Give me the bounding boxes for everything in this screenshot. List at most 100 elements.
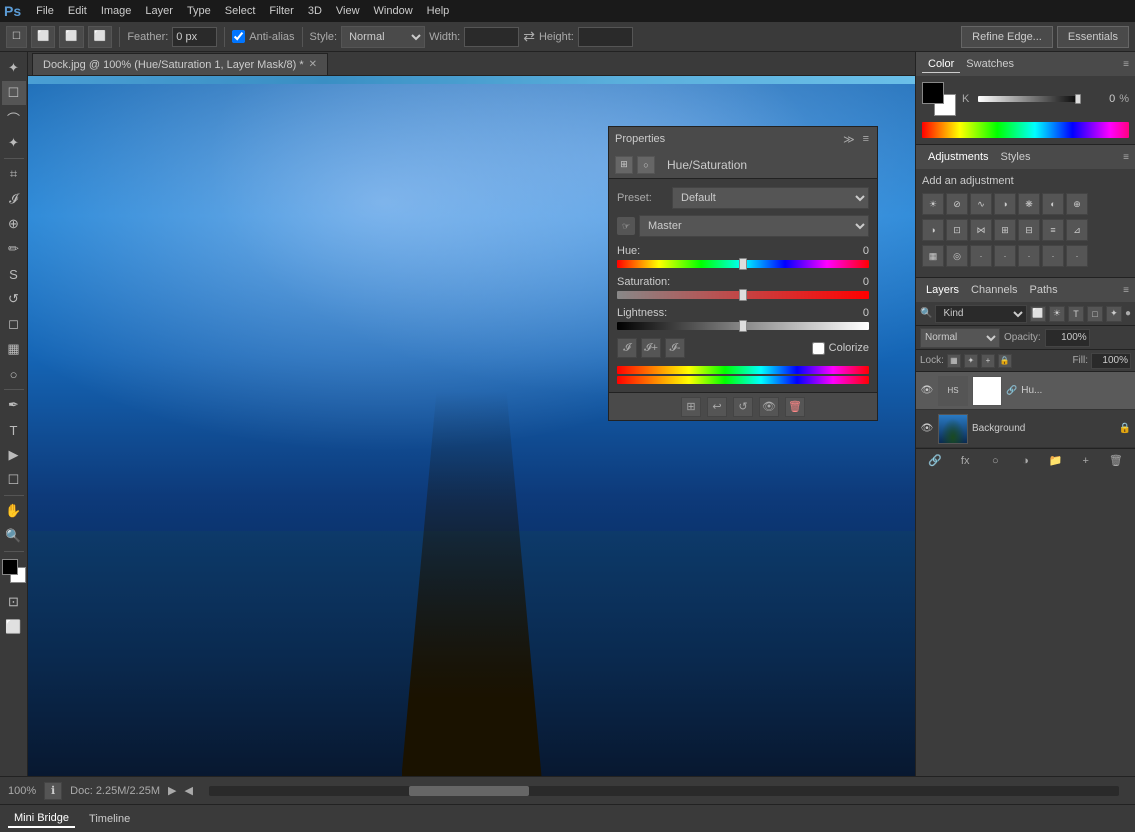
adjustments-tab[interactable]: Adjustments (922, 149, 995, 165)
type-tool[interactable]: T (2, 418, 26, 442)
adjustment-mask-tab[interactable]: ⊞ (615, 156, 633, 174)
marquee-tool[interactable]: ☐ (2, 81, 26, 105)
opacity-input[interactable] (1045, 329, 1090, 347)
layer-link-icon-1[interactable]: 🔗 (1006, 385, 1017, 396)
pen-tool[interactable]: ✒ (2, 393, 26, 417)
rectangle-tool[interactable]: ☐ (2, 468, 26, 492)
healing-tool[interactable]: ⊕ (2, 212, 26, 236)
clone-tool[interactable]: S (2, 262, 26, 286)
adj-empty5-icon[interactable]: · (1066, 245, 1088, 267)
color-panel-menu[interactable]: ≡ (1123, 59, 1129, 70)
saturation-value[interactable]: 0 (863, 276, 869, 288)
adj-colorlookup-icon[interactable]: ⊞ (994, 219, 1016, 241)
new-group-btn[interactable]: 📁 (1047, 452, 1065, 470)
adj-bw-icon[interactable]: ◑ (922, 219, 944, 241)
dodge-tool[interactable]: ○ (2, 362, 26, 386)
document-tab[interactable]: Dock.jpg @ 100% (Hue/Saturation 1, Layer… (32, 53, 328, 75)
adj-invert-icon[interactable]: ⊟ (1018, 219, 1040, 241)
document-close-btn[interactable]: ✕ (309, 59, 317, 70)
layer-filter-type-icon[interactable]: T (1068, 306, 1084, 322)
screen-mode-tool[interactable]: ⬜ (2, 615, 26, 639)
menu-window[interactable]: Window (367, 3, 420, 19)
adj-channelmixer-icon[interactable]: ⋈ (970, 219, 992, 241)
rect-marquee-btn[interactable]: ⬜ (31, 26, 55, 48)
height-input[interactable] (578, 27, 633, 47)
adj-threshold-icon[interactable]: ⊿ (1066, 219, 1088, 241)
mini-bridge-tab[interactable]: Mini Bridge (8, 810, 75, 828)
menu-view[interactable]: View (329, 3, 367, 19)
colorize-checkbox[interactable] (812, 342, 825, 355)
lasso-tool[interactable]: ⌒ (2, 106, 26, 130)
new-adjustment-btn[interactable]: ◑ (1016, 452, 1034, 470)
adj-curves-icon[interactable]: ∿ (970, 193, 992, 215)
properties-expand-btn[interactable]: ≫ (841, 133, 857, 146)
channel-finger-icon[interactable]: ☞ (617, 217, 635, 235)
adj-empty4-icon[interactable]: · (1042, 245, 1064, 267)
adj-levels-icon[interactable]: ⊘ (946, 193, 968, 215)
lock-move-icon[interactable]: ✦ (964, 354, 978, 368)
swap-icon[interactable]: ⇄ (523, 28, 535, 45)
link-layers-btn[interactable]: 🔗 (926, 452, 944, 470)
lightness-slider-thumb[interactable] (739, 320, 747, 332)
layer-filter-pixel-icon[interactable]: ⬜ (1030, 306, 1046, 322)
history-brush-tool[interactable]: ↺ (2, 287, 26, 311)
eyedropper-add-btn[interactable]: 𝓘+ (641, 338, 661, 358)
channels-tab[interactable]: Channels (967, 282, 1021, 298)
layer-filter-smart-icon[interactable]: ✦ (1106, 306, 1122, 322)
hand-tool[interactable]: ✋ (2, 499, 26, 523)
canvas-scroll-bar[interactable] (209, 786, 1119, 796)
adj-brightness-icon[interactable]: ☀ (922, 193, 944, 215)
selection-tool-btn[interactable]: ☐ (6, 26, 27, 48)
paths-tab[interactable]: Paths (1026, 282, 1062, 298)
style-select[interactable]: Normal Fixed Ratio Fixed Size (341, 26, 425, 48)
timeline-prev-btn[interactable]: ◀ (184, 784, 192, 797)
layer-visibility-btn-2[interactable]: 👁 (920, 422, 934, 436)
lock-all-icon[interactable]: 🔒 (998, 354, 1012, 368)
fg-preview[interactable] (922, 82, 944, 104)
channel-dropdown[interactable]: Master Reds Yellows Greens Cyans Blues M… (639, 215, 869, 237)
feather-input[interactable] (172, 27, 217, 47)
hue-value[interactable]: 0 (863, 245, 869, 257)
color-spectrum-bar[interactable] (922, 122, 1129, 138)
toggle-visibility-btn[interactable]: 👁 (759, 397, 779, 417)
eyedropper-tool[interactable]: 𝓘 (2, 187, 26, 211)
properties-menu-btn[interactable]: ≡ (861, 133, 871, 145)
add-style-btn[interactable]: fx (956, 452, 974, 470)
menu-image[interactable]: Image (94, 3, 139, 19)
adj-huesat-icon[interactable]: ◐ (1042, 193, 1064, 215)
lightness-value[interactable]: 0 (863, 307, 869, 319)
canvas-content[interactable]: Properties ≫ ≡ ⊞ ○ Hue/Saturation Preset… (28, 76, 915, 776)
hue-slider-thumb[interactable] (739, 258, 747, 270)
zoom-tool[interactable]: 🔍 (2, 524, 26, 548)
layers-panel-menu[interactable]: ≡ (1123, 285, 1129, 296)
reset-btn[interactable]: ↺ (733, 397, 753, 417)
refine-edge-btn[interactable]: Refine Edge... (961, 26, 1053, 48)
adj-selective-icon[interactable]: ◎ (946, 245, 968, 267)
timeline-play-btn[interactable]: ▶ (168, 784, 176, 797)
adj-gradient-icon[interactable]: ▦ (922, 245, 944, 267)
gradient-tool[interactable]: ▦ (2, 337, 26, 361)
menu-3d[interactable]: 3D (301, 3, 329, 19)
anti-alias-checkbox[interactable] (232, 30, 245, 43)
fill-input[interactable] (1091, 353, 1131, 369)
ellipse-marquee-btn[interactable]: ⬜ (59, 26, 83, 48)
blend-mode-select[interactable]: Normal Dissolve Multiply Screen (920, 328, 1000, 348)
add-mask-btn[interactable]: ○ (986, 452, 1004, 470)
menu-file[interactable]: File (29, 3, 61, 19)
fg-bg-swatches[interactable] (922, 82, 956, 116)
single-col-marquee-btn[interactable]: ⬜ (88, 26, 112, 48)
properties-header[interactable]: Properties ≫ ≡ (609, 127, 877, 151)
menu-help[interactable]: Help (420, 3, 457, 19)
clip-to-layer-btn[interactable]: ⊞ (681, 397, 701, 417)
new-layer-btn[interactable]: + (1077, 452, 1095, 470)
delete-btn[interactable]: 🗑 (785, 397, 805, 417)
lightness-slider-track[interactable] (617, 322, 869, 330)
adj-colorbalance-icon[interactable]: ⊕ (1066, 193, 1088, 215)
status-info-btn[interactable]: ℹ (44, 782, 62, 800)
adj-posterize-icon[interactable]: ≡ (1042, 219, 1064, 241)
layer-item-hue-sat[interactable]: 👁 HS 🔗 Hu... (916, 372, 1135, 410)
menu-select[interactable]: Select (218, 3, 263, 19)
k-slider-track[interactable] (978, 96, 1081, 102)
saturation-slider-track[interactable] (617, 291, 869, 299)
canvas-scroll-thumb[interactable] (409, 786, 529, 796)
